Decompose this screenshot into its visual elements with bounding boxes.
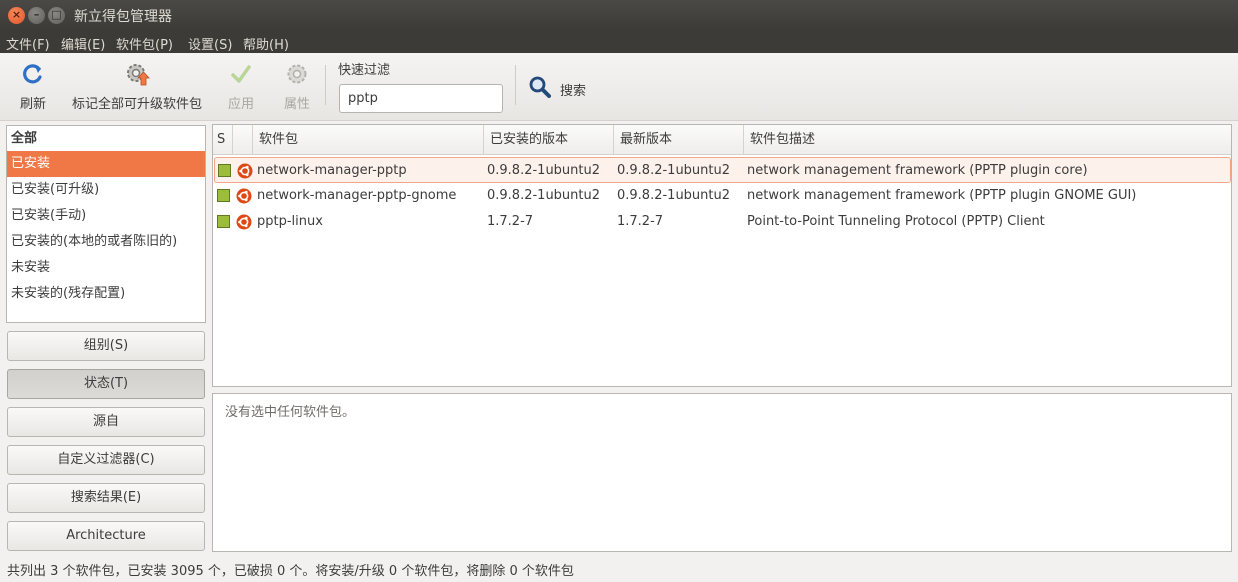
refresh-button[interactable]: 刷新 [16,61,50,112]
close-window-button[interactable]: × [8,7,25,24]
custom-filters-button[interactable]: 自定义过滤器(C) [7,445,205,475]
properties-gear-icon [280,61,314,87]
apply-label: 应用 [227,97,254,112]
column-package[interactable]: 软件包 [253,125,484,155]
apply-button[interactable]: 应用 [224,61,258,112]
package-name: pptp-linux [257,214,323,229]
filter-item-local-obsolete[interactable]: 已安装的(本地的或者陈旧的) [7,229,205,255]
search-button[interactable]: 搜索 [528,75,586,103]
installed-version: 0.9.8.2-1ubuntu2 [487,188,601,203]
menu-file[interactable]: 文件(F) [6,34,50,53]
quick-filter-label: 快速过滤 [338,63,391,78]
filter-item-residual-config[interactable]: 未安装的(残存配置) [7,281,205,307]
status-bar: 共列出 3 个软件包，已安装 3095 个，已破损 0 个。将安装/升级 0 个… [7,564,574,579]
architecture-button[interactable]: Architecture [7,521,205,551]
package-name: network-manager-pptp-gnome [257,188,457,203]
filter-item-installed[interactable]: 已安装 [7,151,205,177]
package-details-pane: 没有选中任何软件包。 [212,393,1232,552]
installed-version: 1.7.2-7 [487,214,534,229]
checkmark-icon [224,61,258,87]
properties-button[interactable]: 属性 [280,61,314,112]
menu-package[interactable]: 软件包(P) [116,34,173,53]
no-package-selected-text: 没有选中任何软件包。 [225,405,356,420]
filter-item-upgradable[interactable]: 已安装(可升级) [7,177,205,203]
search-results-button[interactable]: 搜索结果(E) [7,483,205,513]
sections-button[interactable]: 组别(S) [7,331,205,361]
table-row[interactable]: network-manager-pptp-gnome 0.9.8.2-1ubun… [214,183,1231,209]
latest-version: 1.7.2-7 [617,214,664,229]
column-description[interactable]: 软件包描述 [744,125,1231,155]
status-button[interactable]: 状态(T) [7,369,205,399]
menu-edit[interactable]: 编辑(E) [61,34,105,53]
origin-button[interactable]: 源自 [7,407,205,437]
maximize-window-button[interactable]: □ [48,7,65,24]
menu-settings[interactable]: 设置(S) [188,34,232,53]
filter-header[interactable]: 全部 [7,126,205,151]
latest-version: 0.9.8.2-1ubuntu2 [617,163,731,178]
installed-status-checkbox[interactable] [218,164,231,177]
ubuntu-icon [236,188,252,208]
package-description: network management framework (PPTP plugi… [747,163,1088,178]
column-latest-version[interactable]: 最新版本 [614,125,744,155]
search-icon [528,75,552,103]
properties-label: 属性 [283,97,310,112]
column-support[interactable] [233,125,253,155]
quick-filter-input[interactable] [339,84,503,113]
upgrade-gear-icon [62,61,212,87]
table-row[interactable]: network-manager-pptp 0.9.8.2-1ubuntu2 0.… [214,157,1231,183]
toolbar-separator [515,65,516,105]
package-description: Point-to-Point Tunneling Protocol (PPTP)… [747,214,1045,229]
column-installed-version[interactable]: 已安装的版本 [484,125,614,155]
latest-version: 0.9.8.2-1ubuntu2 [617,188,731,203]
search-label: 搜索 [560,83,587,99]
column-status[interactable]: S [213,125,233,155]
filter-item-not-installed[interactable]: 未安装 [7,255,205,281]
table-header: S 软件包 已安装的版本 最新版本 软件包描述 [213,125,1231,155]
installed-status-checkbox[interactable] [217,215,230,228]
ubuntu-icon [236,214,252,234]
refresh-icon [16,61,50,87]
toolbar-separator [325,65,326,105]
minimize-window-button[interactable]: – [28,7,45,24]
mark-all-upgrades-label: 标记全部可升级软件包 [71,97,202,112]
table-row[interactable]: pptp-linux 1.7.2-7 1.7.2-7 Point-to-Poin… [214,209,1231,235]
package-name: network-manager-pptp [257,163,407,178]
package-list: S 软件包 已安装的版本 最新版本 软件包描述 network-manager-… [212,124,1232,387]
installed-version: 0.9.8.2-1ubuntu2 [487,163,601,178]
mark-all-upgrades-button[interactable]: 标记全部可升级软件包 [62,61,212,112]
filter-item-manual[interactable]: 已安装(手动) [7,203,205,229]
filter-list: 全部 已安装 已安装(可升级) 已安装(手动) 已安装的(本地的或者陈旧的) 未… [6,125,206,323]
package-description: network management framework (PPTP plugi… [747,188,1137,203]
toolbar: 刷新 标记全部可升级软件包 应用 属性 快速过滤 pptp 搜索 [0,53,1238,121]
installed-status-checkbox[interactable] [217,189,230,202]
menu-help[interactable]: 帮助(H) [243,34,289,53]
ubuntu-icon [237,163,253,183]
window-title: 新立得包管理器 [74,9,172,25]
title-bar: × – □ 新立得包管理器 [0,0,1238,30]
refresh-label: 刷新 [19,97,46,112]
menu-bar: 文件(F) 编辑(E) 软件包(P) 设置(S) 帮助(H) [0,30,1238,53]
